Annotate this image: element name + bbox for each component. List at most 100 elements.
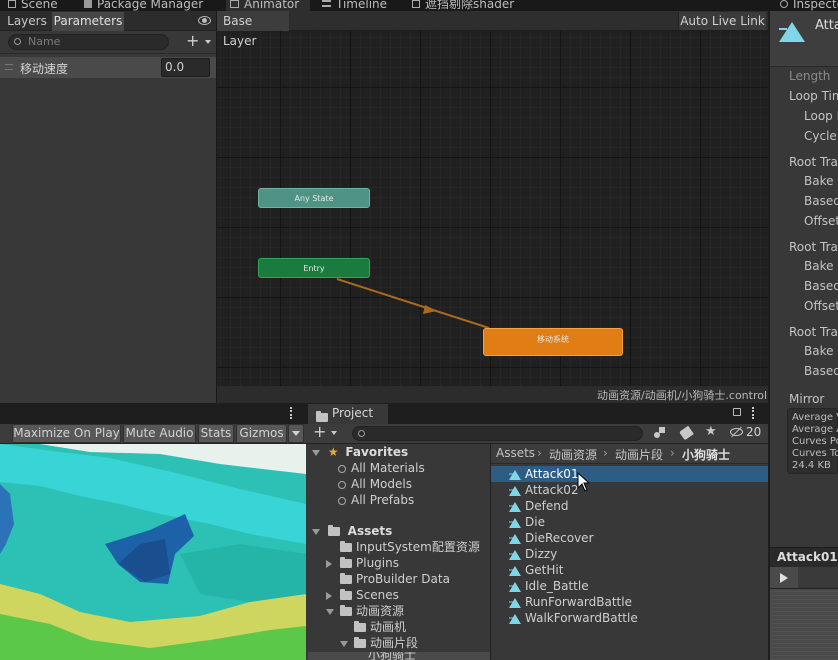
file-attack02[interactable]: Attack02 xyxy=(509,482,579,498)
file-dizzy[interactable]: Dizzy xyxy=(509,546,557,562)
animation-clip-icon xyxy=(509,549,521,560)
project-search-input[interactable] xyxy=(352,426,643,441)
inspector-based-position-xz[interactable]: Based xyxy=(804,364,838,378)
search-icon xyxy=(338,496,346,505)
search-icon xyxy=(358,430,365,437)
mute-audio-button[interactable]: Mute Audio xyxy=(123,424,196,443)
file-defend[interactable]: Defend xyxy=(509,498,568,514)
tree-probuilder[interactable]: ProBuilder Data xyxy=(340,571,450,587)
collapse-arrow-icon xyxy=(326,559,332,568)
gizmos-dropdown-button[interactable] xyxy=(288,424,304,443)
preview-play-button[interactable] xyxy=(770,567,798,588)
crumb-animation-resources[interactable]: 动画资源 xyxy=(549,446,597,463)
favorite-star-icon[interactable]: ★ xyxy=(705,424,717,439)
file-gethit[interactable]: GetHit xyxy=(509,562,563,578)
gizmos-button[interactable]: Gizmos xyxy=(236,424,287,443)
transition-arrow-icon xyxy=(423,305,437,314)
tab-package-manager[interactable]: Package Manager xyxy=(84,0,209,11)
tree-all-materials[interactable]: All Materials xyxy=(338,460,425,476)
tree-scenes[interactable]: Scenes xyxy=(326,587,399,603)
inspector-bake-rotation[interactable]: Bake I xyxy=(804,174,838,188)
tree-animation-clips[interactable]: 动画片段 xyxy=(340,635,418,651)
expand-arrow-icon xyxy=(326,608,334,615)
parameters-tab[interactable]: Parameters xyxy=(52,12,124,31)
shader-icon xyxy=(412,0,420,8)
auto-live-link-button[interactable]: Auto Live Link xyxy=(678,12,766,30)
project-tab-label: Project xyxy=(332,406,374,420)
search-icon xyxy=(338,464,346,473)
tree-all-prefabs[interactable]: All Prefabs xyxy=(338,492,414,508)
animation-clip-icon xyxy=(779,22,805,42)
project-add-button[interactable]: + xyxy=(313,422,341,442)
tab-timeline[interactable]: Timeline xyxy=(322,0,392,11)
animation-clip-icon xyxy=(509,501,521,512)
dropdown-arrow-icon xyxy=(292,431,300,436)
tab-animator[interactable]: Animator xyxy=(230,0,310,11)
folder-icon xyxy=(340,573,352,584)
tree-inputsystem[interactable]: InputSystem配置资源 xyxy=(340,539,480,555)
filter-by-type-icon[interactable] xyxy=(654,427,666,439)
file-die[interactable]: Die xyxy=(509,514,545,530)
crumb-puppy-knight[interactable]: 小狗骑士 xyxy=(682,446,730,463)
hidden-count: 20 xyxy=(746,425,762,439)
maximize-on-play-button[interactable]: Maximize On Play xyxy=(12,424,121,443)
inspector-based-position-y[interactable]: Based xyxy=(804,279,838,293)
eye-icon[interactable] xyxy=(198,16,211,25)
file-idle-battle[interactable]: Idle_Battle xyxy=(509,578,589,594)
tree-animator-folder[interactable]: 动画机 xyxy=(354,619,406,635)
file-attack01[interactable]: Attack01 xyxy=(509,466,579,482)
crumb-animation-clips[interactable]: 动画片段 xyxy=(615,446,663,463)
project-tab[interactable]: Project xyxy=(308,404,388,424)
tree-plugins[interactable]: Plugins xyxy=(326,555,399,571)
node-entry[interactable]: Entry xyxy=(258,258,370,278)
lock-icon[interactable] xyxy=(733,408,741,416)
inspector-offset-rotation[interactable]: Offset xyxy=(804,214,838,228)
tree-puppy-knight[interactable]: 小狗骑士 xyxy=(308,652,490,660)
project-breadcrumb: Assets › 动画资源 › 动画片段 › 小狗骑士 xyxy=(491,444,768,464)
drag-handle-icon[interactable] xyxy=(5,64,13,70)
tree-all-models[interactable]: All Models xyxy=(338,476,412,492)
inspector-cycle-offset[interactable]: Cycle xyxy=(804,129,837,143)
inspector-loop-pose[interactable]: Loop P xyxy=(804,109,838,123)
inspector-loop-time[interactable]: Loop Tim xyxy=(789,89,838,103)
play-icon xyxy=(780,573,788,583)
tree-favorites[interactable]: ★ Favorites xyxy=(312,444,408,460)
add-parameter-button[interactable]: + xyxy=(186,32,214,50)
inspector-root-rotation: Root Tra xyxy=(789,155,838,169)
tab-scene[interactable]: Scene xyxy=(8,0,68,11)
info-size: 24.4 KB xyxy=(792,460,831,471)
inspector-bake-position-y[interactable]: Bake I xyxy=(804,259,838,273)
node-default-state[interactable]: 移动系统 xyxy=(483,328,623,356)
expand-arrow-icon xyxy=(340,640,348,647)
crumb-assets[interactable]: Assets xyxy=(496,446,535,460)
info-average-angular: Average A xyxy=(792,424,838,435)
parameter-search-input[interactable]: Name xyxy=(8,34,169,50)
file-runforwardbattle[interactable]: RunForwardBattle xyxy=(509,594,632,610)
breadcrumb-base-layer[interactable]: Base Layer xyxy=(217,11,289,48)
timeline-icon xyxy=(322,0,331,7)
game-viewport[interactable] xyxy=(0,444,306,660)
parameter-value-field[interactable]: 0.0 xyxy=(161,58,210,77)
inspector-based-rotation[interactable]: Based xyxy=(804,194,838,208)
hidden-packages-button[interactable]: 20 xyxy=(730,425,766,441)
project-kebab-menu-icon[interactable] xyxy=(752,407,755,419)
preview-viewport[interactable] xyxy=(770,589,838,660)
stats-button[interactable]: Stats xyxy=(198,424,234,443)
inspector-root-position-xz: Root Tra xyxy=(789,325,838,339)
layers-tab[interactable]: Layers xyxy=(3,12,51,31)
folder-icon xyxy=(354,621,366,632)
inspector-offset-position-y[interactable]: Offset xyxy=(804,299,838,313)
tree-assets[interactable]: Assets xyxy=(312,523,392,539)
tab-inspector[interactable]: Inspecto xyxy=(780,0,838,11)
file-dierecover[interactable]: DieRecover xyxy=(509,530,594,546)
inspector-mirror[interactable]: Mirror xyxy=(789,392,824,406)
transition-path[interactable] xyxy=(336,278,490,329)
tab-shader[interactable]: 遮挡剔除shader xyxy=(412,0,524,11)
game-kebab-menu-icon[interactable] xyxy=(290,407,293,419)
tree-animation-resources[interactable]: 动画资源 xyxy=(326,603,404,619)
inspector-bake-position-xz[interactable]: Bake I xyxy=(804,344,838,358)
expand-arrow-icon xyxy=(312,449,320,456)
node-any-state[interactable]: Any State xyxy=(258,188,370,208)
file-walkforwardbattle[interactable]: WalkForwardBattle xyxy=(509,610,638,626)
game-tab-bar xyxy=(0,403,306,424)
